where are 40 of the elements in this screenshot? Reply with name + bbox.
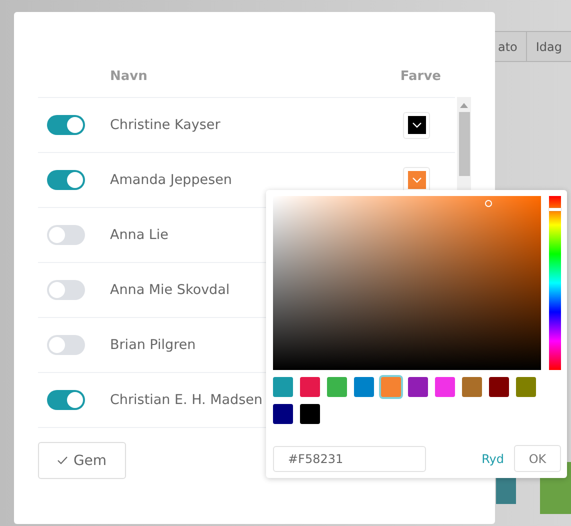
color-swatch[interactable] — [408, 377, 428, 397]
color-swatch[interactable] — [300, 377, 320, 397]
toggle-switch[interactable] — [47, 225, 85, 245]
color-swatch[interactable] — [300, 404, 320, 424]
picker-cursor[interactable] — [485, 200, 492, 207]
color-swatch[interactable] — [273, 377, 293, 397]
color-swatch[interactable] — [462, 377, 482, 397]
person-name: Christine Kayser — [110, 117, 220, 133]
calendar-toolbar-button[interactable]: Idag — [526, 32, 571, 61]
saturation-area[interactable] — [273, 196, 541, 370]
calendar-toolbar-button[interactable]: ato — [495, 32, 526, 61]
person-name: Anna Lie — [110, 227, 168, 243]
toggle-switch[interactable] — [47, 390, 85, 410]
color-swatch[interactable] — [273, 404, 293, 424]
toggle-switch[interactable] — [47, 335, 85, 355]
save-button[interactable]: Gem — [38, 442, 126, 479]
scrollbar[interactable] — [457, 97, 471, 192]
color-swatch[interactable] — [354, 377, 374, 397]
scroll-up-icon[interactable] — [460, 103, 468, 108]
chevron-down-icon — [412, 177, 422, 183]
color-swatch[interactable] — [489, 377, 509, 397]
person-name: Brian Pilgren — [110, 337, 196, 353]
column-header: Farve — [400, 68, 441, 84]
color-swatch[interactable] — [381, 377, 401, 397]
color-dropdown[interactable] — [403, 112, 430, 138]
toggle-switch[interactable] — [47, 170, 85, 190]
color-swatch[interactable] — [435, 377, 455, 397]
person-name: Anna Mie Skovdal — [110, 282, 230, 298]
chevron-down-icon — [412, 122, 422, 128]
clear-link[interactable]: Ryd — [482, 452, 504, 466]
toggle-switch[interactable] — [47, 115, 85, 135]
check-icon — [57, 456, 68, 465]
column-header: Navn — [110, 68, 148, 84]
hex-input-field[interactable]: #F58231 — [273, 446, 426, 472]
person-name: Christian E. H. Madsen — [110, 392, 262, 408]
person-name: Amanda Jeppesen — [110, 172, 232, 188]
color-swatch[interactable] — [327, 377, 347, 397]
color-swatch[interactable] — [516, 377, 536, 397]
toggle-switch[interactable] — [47, 280, 85, 300]
ok-button[interactable]: OK — [514, 445, 561, 472]
